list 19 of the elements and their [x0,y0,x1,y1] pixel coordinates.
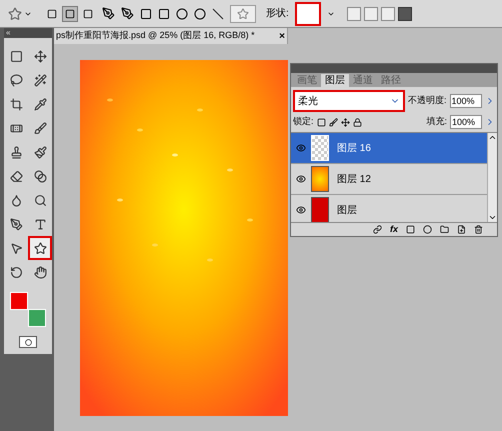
blend-mode-select[interactable]: 柔光 [293,90,405,112]
layer-name: 图层 16 [337,142,371,156]
shape-label: 形状: [266,6,289,21]
close-button[interactable]: × [279,28,285,44]
document-tab[interactable]: ps制作重阳节海报.psd @ 25% (图层 16, RGB/8) * × [54,28,288,44]
opacity-field[interactable]: 100% [450,94,482,108]
collapse-glyph[interactable]: « [6,29,10,37]
panel-tab[interactable]: 图层 [321,74,349,87]
opacity-label: 不透明度: [408,94,447,108]
layer-row[interactable]: 图层 16 [291,133,487,164]
layer-name: 图层 [337,204,357,218]
blend-mode-value: 柔光 [298,94,318,108]
lock-label: 锁定: [293,115,314,128]
layer-name: 图层 12 [337,172,371,186]
fx-button[interactable]: fx [390,222,398,236]
fill-field[interactable]: 100% [450,115,482,129]
layer-row[interactable]: 图层 12 [291,164,487,195]
document-title: ps制作重阳节海报.psd @ 25% (图层 16, RGB/8) * [56,29,255,42]
fill-label: 填充: [426,115,447,128]
